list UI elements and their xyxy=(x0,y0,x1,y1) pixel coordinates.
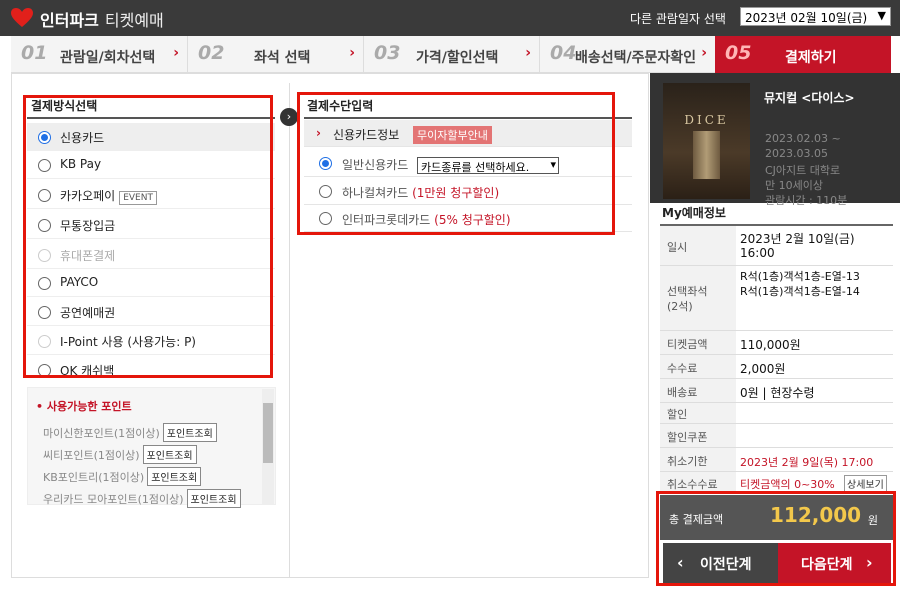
show-runtime: 관람시간 : 110분 xyxy=(765,194,848,207)
highlight-box xyxy=(23,95,273,378)
info-row-seats: 선택좌석 (2석) R석(1층)객석1층-E열-13 R석(1층)객석1층-E열… xyxy=(660,266,893,331)
info-label: (2석) xyxy=(667,300,693,313)
point-row: 우리카드 모아포인트(1점이상) 포인트조회 xyxy=(43,489,241,508)
chevron-down-icon: ▼ xyxy=(877,9,886,22)
top-bar: 인터파크 티켓예매 다른 관람일자 선택 2023년 02월 10일(금) ▼ xyxy=(0,0,900,36)
detail-button[interactable]: 상세보기 xyxy=(844,475,887,492)
step-number: 05 xyxy=(725,42,752,64)
point-check-button[interactable]: 포인트조회 xyxy=(147,467,202,486)
logo-name: 인터파크 xyxy=(40,11,99,30)
other-date-label: 다른 관람일자 선택 xyxy=(630,12,726,26)
step-label: 좌석 선택 xyxy=(254,50,311,66)
show-age: 만 10세이상 xyxy=(765,179,823,192)
info-value: 2023년 2월 9일(목) 17:00 xyxy=(740,456,874,469)
chevron-right-icon: › xyxy=(173,45,179,61)
point-name: 우리카드 모아포인트(1점이상) xyxy=(43,493,184,506)
heart-logo-icon xyxy=(11,8,33,27)
info-value: 2023년 2월 10일(금) xyxy=(740,232,855,246)
point-name: KB포인트리(1점이상) xyxy=(43,471,145,484)
info-label: 취소수수료 xyxy=(667,478,718,491)
scrollbar-thumb[interactable] xyxy=(263,403,273,463)
show-period-end: 2023.03.05 xyxy=(765,147,828,160)
info-row-cancel-deadline: 취소기한 2023년 2월 9일(목) 17:00 xyxy=(660,448,893,472)
poster-title: DICE xyxy=(684,113,729,127)
info-value: 2,000원 xyxy=(740,362,786,376)
info-label: 취소기한 xyxy=(667,455,708,468)
info-row-discount: 할인 xyxy=(660,403,893,424)
points-scrollbar[interactable] xyxy=(262,389,274,504)
step-5-active[interactable]: 05 결제하기 xyxy=(715,36,891,73)
info-label: 수수료 xyxy=(667,362,698,375)
point-row: 씨티포인트(1점이상) 포인트조회 xyxy=(43,445,197,464)
chevron-right-icon: › xyxy=(701,45,707,61)
my-booking-title: My예매정보 xyxy=(662,206,726,220)
step-3[interactable]: 03 가격/할인선택 › xyxy=(364,36,539,73)
step-number: 02 xyxy=(198,42,225,64)
seat-value: R석(1층)객석1층-E열-14 xyxy=(740,285,860,298)
highlight-box xyxy=(297,92,615,235)
step-label: 배송선택/주문자확인 xyxy=(575,50,697,66)
point-check-button[interactable]: 포인트조회 xyxy=(186,489,241,508)
show-period-start: 2023.02.03 ~ xyxy=(765,132,841,145)
seat-value: R석(1층)객석1층-E열-13 xyxy=(740,270,860,283)
chevron-right-icon: › xyxy=(525,45,531,61)
step-4[interactable]: 04 배송선택/주문자확인 › xyxy=(540,36,715,73)
arrow-right-icon: › xyxy=(280,108,298,126)
show-poster: DICE xyxy=(663,83,750,199)
info-label: 선택좌석 xyxy=(667,285,708,298)
step-bar: 01 관람일/회차선택 › 02 좌석 선택 › 03 가격/할인선택 › 04… xyxy=(11,36,891,73)
point-name: 씨티포인트(1점이상) xyxy=(43,449,140,462)
step-label: 관람일/회차선택 xyxy=(60,50,156,66)
point-check-button[interactable]: 포인트조회 xyxy=(162,423,217,442)
info-row-fee: 수수료 2,000원 xyxy=(660,355,893,379)
info-row-delivery: 배송료 0원 | 현장수령 xyxy=(660,379,893,403)
show-title: 뮤지컬 <다이스> xyxy=(764,91,855,105)
point-row: KB포인트리(1점이상) 포인트조회 xyxy=(43,467,202,486)
step-number: 01 xyxy=(21,42,48,64)
point-row: 마이신한포인트(1점이상) 포인트조회 xyxy=(43,423,217,442)
step-number: 03 xyxy=(374,42,401,64)
logo[interactable]: 인터파크 티켓예매 xyxy=(40,7,164,31)
info-label: 할인쿠폰 xyxy=(667,431,708,444)
info-value: 110,000원 xyxy=(740,338,801,352)
step-1[interactable]: 01 관람일/회차선택 › xyxy=(11,36,187,73)
info-row-date: 일시 2023년 2월 10일(금) 16:00 xyxy=(660,226,893,266)
info-value: 16:00 xyxy=(740,246,775,260)
step-2[interactable]: 02 좌석 선택 › xyxy=(188,36,363,73)
info-value: 티켓금액의 0~30% xyxy=(740,478,835,491)
highlight-box xyxy=(656,491,896,586)
step-label: 가격/할인선택 xyxy=(416,50,499,66)
info-value: 0원 | 현장수령 xyxy=(740,386,815,400)
step-number: 04 xyxy=(550,42,577,64)
step-label: 결제하기 xyxy=(785,50,837,66)
points-title: • 사용가능한 포인트 xyxy=(36,400,132,413)
logo-subtitle: 티켓예매 xyxy=(104,11,164,30)
point-check-button[interactable]: 포인트조회 xyxy=(142,445,197,464)
poster-pillar xyxy=(693,131,720,179)
info-label: 티켓금액 xyxy=(667,338,708,351)
date-select-value: 2023년 02월 10일(금) xyxy=(745,11,868,25)
info-label: 할인 xyxy=(667,408,688,421)
show-venue: CJ아지트 대학로 xyxy=(765,164,841,177)
info-label: 일시 xyxy=(667,241,688,254)
points-title-text: 사용가능한 포인트 xyxy=(46,400,132,413)
info-row-coupon: 할인쿠폰 xyxy=(660,424,893,448)
chevron-right-icon: › xyxy=(349,45,355,61)
date-select[interactable]: 2023년 02월 10일(금) ▼ xyxy=(740,7,891,26)
info-label: 배송료 xyxy=(667,386,698,399)
point-name: 마이신한포인트(1점이상) xyxy=(43,427,160,440)
info-row-ticket: 티켓금액 110,000원 xyxy=(660,331,893,355)
